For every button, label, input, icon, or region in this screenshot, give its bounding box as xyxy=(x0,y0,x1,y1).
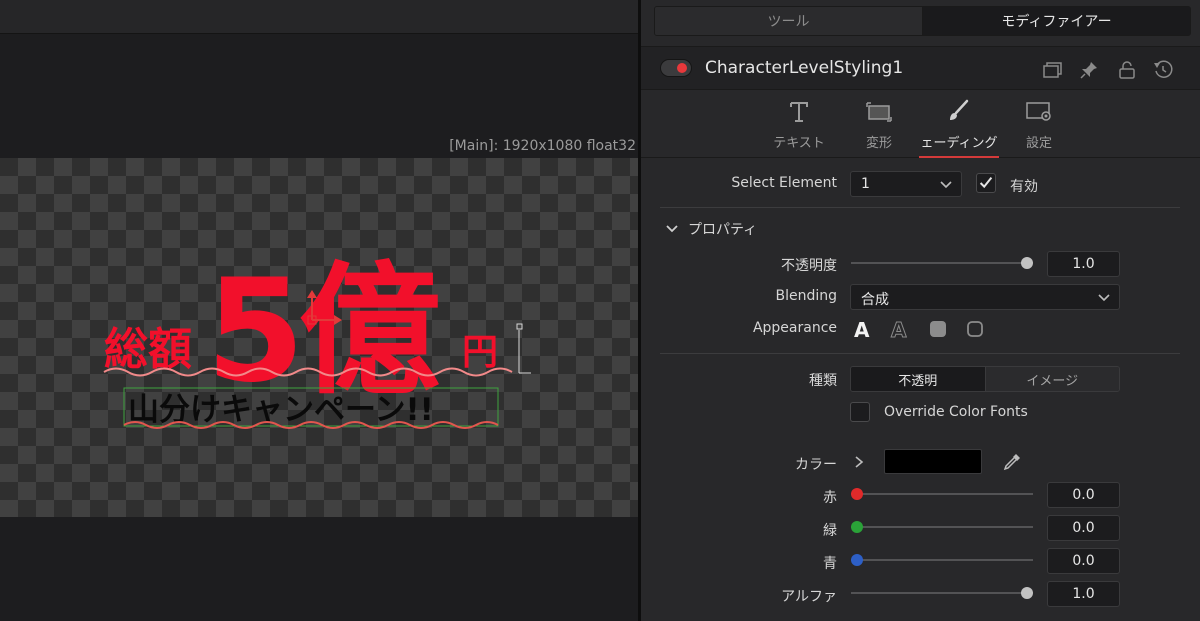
block-icon[interactable] xyxy=(927,318,949,340)
green-value[interactable]: 0.0 xyxy=(1047,515,1120,541)
opacity-slider[interactable] xyxy=(851,257,1033,269)
tool-name: CharacterLevelStyling1 xyxy=(705,58,904,78)
select-element-value: 1 xyxy=(861,176,870,192)
color-label: カラー xyxy=(795,457,837,473)
appearance-label: Appearance xyxy=(752,320,837,336)
viewer-canvas[interactable]: 総額 5億 円 山分けキャンペーン!! xyxy=(0,158,638,517)
red-slider[interactable] xyxy=(851,488,1033,500)
enabled-checkbox[interactable] xyxy=(976,173,996,193)
subtab-shading-label: ェーディング xyxy=(920,136,998,151)
alpha-value[interactable]: 1.0 xyxy=(1047,581,1120,607)
blending-dropdown[interactable]: 合成 xyxy=(850,284,1120,310)
section-divider xyxy=(660,207,1180,208)
chevron-down-icon[interactable] xyxy=(665,222,679,236)
blue-value[interactable]: 0.0 xyxy=(1047,548,1120,574)
type-option-image[interactable]: イメージ xyxy=(984,367,1119,391)
blue-slider[interactable] xyxy=(851,554,1033,566)
slider-thumb[interactable] xyxy=(851,521,863,533)
section-title-properties[interactable]: プロパティ xyxy=(688,219,757,239)
blending-label: Blending xyxy=(775,288,837,304)
alpha-label: アルファ xyxy=(781,589,837,605)
slider-thumb[interactable] xyxy=(1021,587,1033,599)
slider-thumb[interactable] xyxy=(1021,257,1033,269)
canvas-text-suffix: 円 xyxy=(462,332,498,373)
slider-thumb[interactable] xyxy=(851,554,863,566)
chevron-right-icon[interactable] xyxy=(852,455,866,469)
inspector-panel: ツール モディファイアー CharacterLevelStyling1 テキスト… xyxy=(641,0,1200,621)
svg-text:A: A xyxy=(891,318,907,340)
eyedropper-icon[interactable] xyxy=(1001,451,1023,473)
select-element-label: Select Element xyxy=(731,175,837,191)
type-label: 種類 xyxy=(809,373,837,389)
type-option-opaque[interactable]: 不透明 xyxy=(851,367,985,391)
tab-tools[interactable]: ツール xyxy=(655,7,922,35)
chevron-down-icon xyxy=(1098,294,1110,302)
border-icon[interactable] xyxy=(964,318,986,340)
text-icon xyxy=(790,102,808,122)
green-label: 緑 xyxy=(823,523,837,539)
opacity-value[interactable]: 1.0 xyxy=(1047,251,1120,277)
pin-icon[interactable] xyxy=(1078,59,1100,81)
canvas-text-small: 総額 xyxy=(104,324,192,375)
transform-icon xyxy=(866,102,892,122)
section-divider xyxy=(660,353,1180,354)
text-fill-icon[interactable]: A xyxy=(852,318,874,340)
brush-icon xyxy=(950,99,969,120)
subtab-transform-label: 変形 xyxy=(865,136,892,151)
inspector-tabs: ツール モディファイアー xyxy=(654,6,1191,36)
toggle-dot xyxy=(677,63,687,73)
color-swatch[interactable] xyxy=(884,449,982,474)
lock-icon[interactable] xyxy=(1116,59,1138,81)
slider-thumb[interactable] xyxy=(851,488,863,500)
chevron-down-icon xyxy=(940,181,952,189)
subtab-text-label: テキスト xyxy=(773,136,825,151)
alpha-slider[interactable] xyxy=(851,587,1033,599)
enabled-label: 有効 xyxy=(1010,179,1038,195)
subtab-settings-label: 設定 xyxy=(1025,136,1052,151)
subtab-settings[interactable]: 設定 xyxy=(999,98,1079,158)
svg-text:A: A xyxy=(854,318,870,340)
tool-enable-toggle[interactable] xyxy=(660,59,692,77)
inspector-subtabs: テキスト 変形 ェーディング 設定 xyxy=(641,90,1200,158)
blue-label: 青 xyxy=(823,556,837,572)
opacity-label: 不透明度 xyxy=(781,258,837,274)
checkmark-icon xyxy=(979,176,993,189)
override-color-fonts-checkbox[interactable] xyxy=(850,402,870,422)
settings-icon xyxy=(1026,102,1051,121)
slider-track xyxy=(851,592,1033,594)
viewer-panel: [Main]: 1920x1080 float32 総額 5億 円 山分けキャン… xyxy=(0,0,638,621)
slider-track xyxy=(851,526,1033,528)
viewer-toolbar xyxy=(0,0,638,34)
subtab-text[interactable]: テキスト xyxy=(759,98,839,158)
subtab-transform[interactable]: 変形 xyxy=(839,98,919,158)
red-label: 赤 xyxy=(823,490,837,506)
tool-header: CharacterLevelStyling1 xyxy=(641,46,1200,90)
window-icon[interactable] xyxy=(1041,59,1063,81)
override-color-fonts-label: Override Color Fonts xyxy=(884,404,1028,420)
blending-value: 合成 xyxy=(861,292,889,308)
slider-track xyxy=(851,493,1033,495)
viewer-resolution-info: [Main]: 1920x1080 float32 xyxy=(449,138,636,154)
red-value[interactable]: 0.0 xyxy=(1047,482,1120,508)
canvas-text-big: 5億 xyxy=(206,249,440,414)
subtab-shading[interactable]: ェーディング xyxy=(919,98,999,158)
green-slider[interactable] xyxy=(851,521,1033,533)
slider-track xyxy=(851,559,1033,561)
tab-modifiers[interactable]: モディファイアー xyxy=(922,7,1190,35)
canvas-artwork: 総額 5億 円 山分けキャンペーン!! xyxy=(103,249,531,429)
select-element-dropdown[interactable]: 1 xyxy=(850,171,962,197)
text-outline-icon[interactable]: A xyxy=(889,318,911,340)
reset-icon[interactable] xyxy=(1152,59,1174,81)
slider-track xyxy=(851,262,1033,264)
type-segmented-control: 不透明 イメージ xyxy=(850,366,1120,392)
